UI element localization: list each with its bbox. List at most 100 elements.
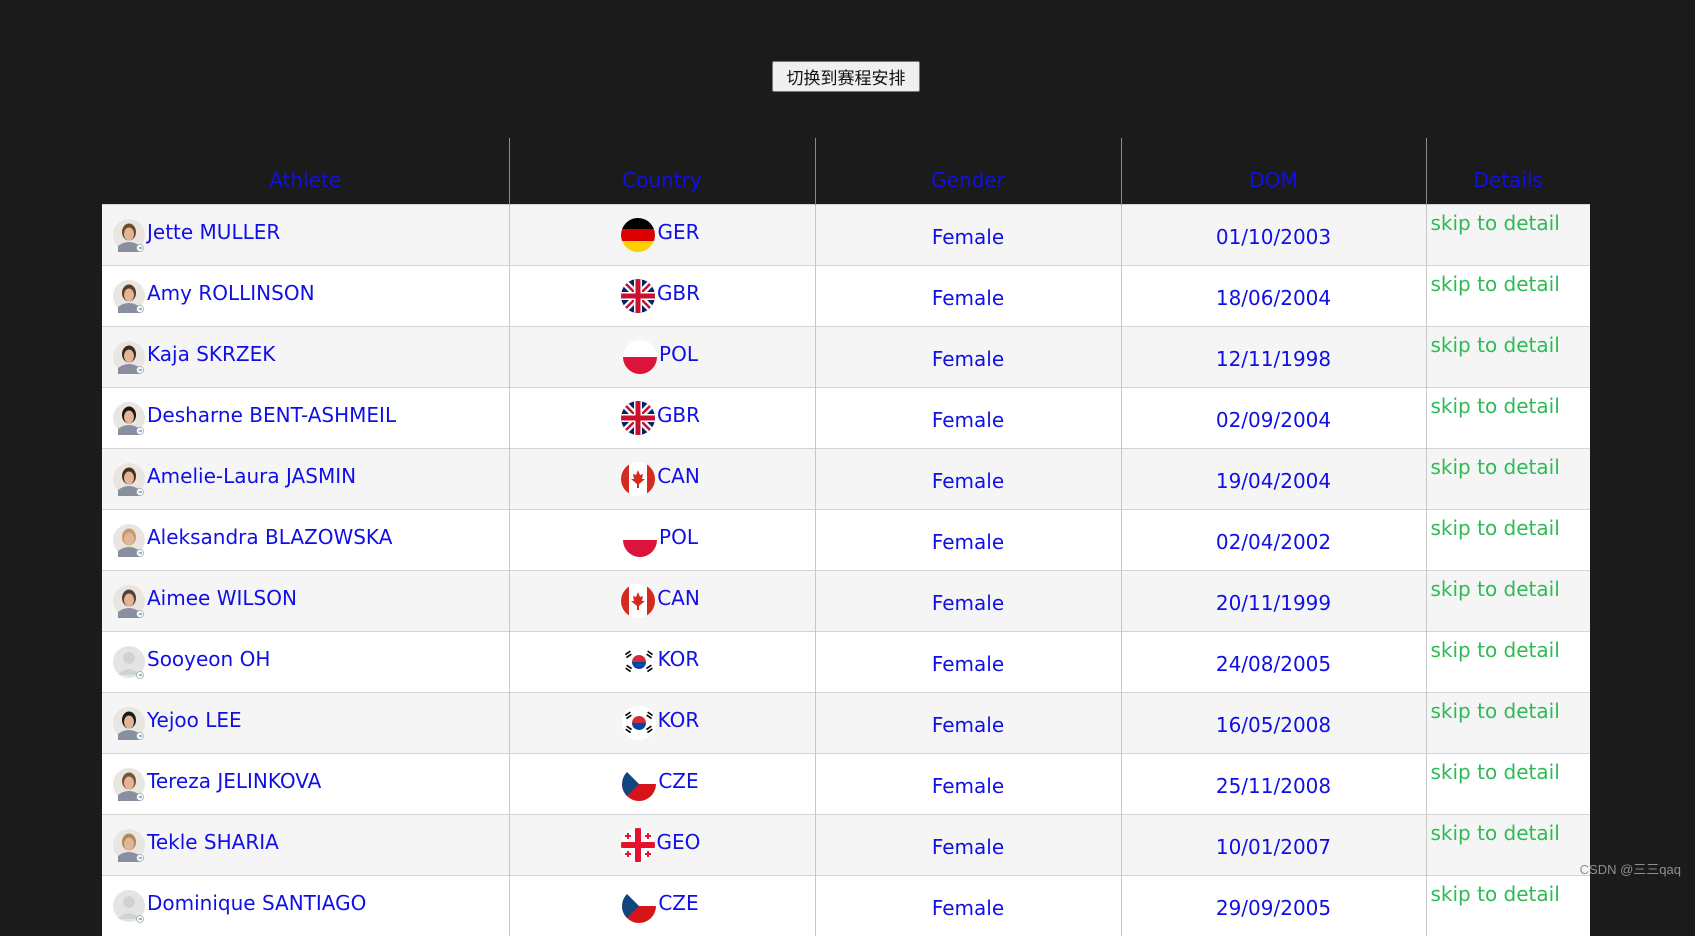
uk-flag-icon xyxy=(620,278,656,314)
skip-to-detail-link[interactable]: skip to detail xyxy=(1427,388,1591,418)
athlete-cell: Dominique SANTIAGO xyxy=(102,876,509,936)
athletes-table-container: Athlete Country Gender DOM Details Jette… xyxy=(102,138,1590,936)
details-cell: skip to detail xyxy=(1426,266,1590,327)
skip-to-detail-link[interactable]: skip to detail xyxy=(1427,632,1591,662)
athlete-photo-icon[interactable] xyxy=(112,399,146,437)
athlete-photo-icon[interactable] xyxy=(112,765,146,803)
top-bar: 切换到赛程安排 xyxy=(0,0,1695,130)
athlete-name[interactable]: Tereza JELINKOVA xyxy=(147,769,321,793)
placeholder-avatar-icon[interactable] xyxy=(112,887,146,925)
athlete-name[interactable]: Amy ROLLINSON xyxy=(147,281,315,305)
country-code[interactable]: KOR xyxy=(658,708,700,732)
country-code[interactable]: GBR xyxy=(657,403,700,427)
canada-flag-icon xyxy=(620,583,656,619)
country-code[interactable]: CAN xyxy=(657,586,700,610)
table-row: Tekle SHARIAGEOFemale10/01/2007skip to d… xyxy=(102,815,1590,876)
country-code[interactable]: POL xyxy=(659,342,698,366)
skip-to-detail-link[interactable]: skip to detail xyxy=(1427,876,1591,906)
country-cell: POL xyxy=(509,510,815,571)
gender-cell: Female xyxy=(815,815,1121,876)
country-code[interactable]: GBR xyxy=(657,281,700,305)
country-code[interactable]: POL xyxy=(659,525,698,549)
skip-to-detail-link[interactable]: skip to detail xyxy=(1427,327,1591,357)
details-cell: skip to detail xyxy=(1426,632,1590,693)
table-row: Sooyeon OHKORFemale24/08/2005skip to det… xyxy=(102,632,1590,693)
athlete-photo-icon[interactable] xyxy=(112,826,146,864)
skip-to-detail-link[interactable]: skip to detail xyxy=(1427,693,1591,723)
athlete-name[interactable]: Aleksandra BLAZOWSKA xyxy=(147,525,392,549)
watermark: CSDN @三三qaq xyxy=(1580,859,1681,878)
skip-to-detail-link[interactable]: skip to detail xyxy=(1427,205,1591,235)
gender-cell: Female xyxy=(815,388,1121,449)
country-cell: GEO xyxy=(509,815,815,876)
georgia-flag-icon xyxy=(620,827,656,863)
table-row: Dominique SANTIAGOCZEFemale29/09/2005ski… xyxy=(102,876,1590,936)
gender-cell: Female xyxy=(815,571,1121,632)
athlete-name[interactable]: Tekle SHARIA xyxy=(147,830,279,854)
skip-to-detail-link[interactable]: skip to detail xyxy=(1427,754,1591,784)
country-code[interactable]: CZE xyxy=(658,769,698,793)
dob-cell: 16/05/2008 xyxy=(1121,693,1426,754)
table-row: Jette MULLERGERFemale01/10/2003skip to d… xyxy=(102,205,1590,266)
placeholder-avatar-icon[interactable] xyxy=(112,643,146,681)
athlete-name[interactable]: Kaja SKRZEK xyxy=(147,342,275,366)
header-country[interactable]: Country xyxy=(509,138,815,205)
gender-cell: Female xyxy=(815,754,1121,815)
athlete-name[interactable]: Jette MULLER xyxy=(147,220,280,244)
athlete-photo-icon[interactable] xyxy=(112,277,146,315)
country-code[interactable]: GER xyxy=(657,220,699,244)
table-row: Aleksandra BLAZOWSKAPOLFemale02/04/2002s… xyxy=(102,510,1590,571)
gender-cell: Female xyxy=(815,510,1121,571)
skip-to-detail-link[interactable]: skip to detail xyxy=(1427,815,1591,845)
header-dob[interactable]: DOM xyxy=(1121,138,1426,205)
skip-to-detail-link[interactable]: skip to detail xyxy=(1427,571,1591,601)
header-details[interactable]: Details xyxy=(1426,138,1590,205)
athlete-photo-icon[interactable] xyxy=(112,521,146,559)
details-cell: skip to detail xyxy=(1426,754,1590,815)
gender-cell: Female xyxy=(815,266,1121,327)
details-cell: skip to detail xyxy=(1426,449,1590,510)
header-gender[interactable]: Gender xyxy=(815,138,1121,205)
canada-flag-icon xyxy=(620,461,656,497)
country-code[interactable]: GEO xyxy=(657,830,701,854)
athlete-name[interactable]: Dominique SANTIAGO xyxy=(147,891,366,915)
dob-cell: 25/11/2008 xyxy=(1121,754,1426,815)
athlete-photo-icon[interactable] xyxy=(112,216,146,254)
athlete-name[interactable]: Aimee WILSON xyxy=(147,586,297,610)
table-row: Aimee WILSON CAN Female20/11/1999skip to d… xyxy=(102,571,1590,632)
athlete-photo-icon[interactable] xyxy=(112,460,146,498)
athlete-name[interactable]: Desharne BENT-ASHMEIL xyxy=(147,403,396,427)
country-code[interactable]: CZE xyxy=(658,891,698,915)
athlete-cell: Aleksandra BLAZOWSKA xyxy=(102,510,509,571)
country-cell: CAN xyxy=(509,571,815,632)
header-athlete[interactable]: Athlete xyxy=(102,138,509,205)
country-code[interactable]: KOR xyxy=(658,647,700,671)
athlete-name[interactable]: Sooyeon OH xyxy=(147,647,270,671)
details-cell: skip to detail xyxy=(1426,693,1590,754)
athlete-cell: Amelie-Laura JASMIN xyxy=(102,449,509,510)
skip-to-detail-link[interactable]: skip to detail xyxy=(1427,510,1591,540)
athlete-name[interactable]: Amelie-Laura JASMIN xyxy=(147,464,356,488)
details-cell: skip to detail xyxy=(1426,327,1590,388)
dob-cell: 01/10/2003 xyxy=(1121,205,1426,266)
athlete-cell: Tekle SHARIA xyxy=(102,815,509,876)
athlete-cell: Desharne BENT-ASHMEIL xyxy=(102,388,509,449)
gender-cell: Female xyxy=(815,693,1121,754)
athlete-name[interactable]: Yejoo LEE xyxy=(147,708,242,732)
country-code[interactable]: CAN xyxy=(657,464,700,488)
athlete-photo-icon[interactable] xyxy=(112,704,146,742)
germany-flag-icon xyxy=(620,217,656,253)
table-row: Amelie-Laura JASMINCANFemale19/04/2004sk… xyxy=(102,449,1590,510)
dob-cell: 02/09/2004 xyxy=(1121,388,1426,449)
switch-to-schedule-button[interactable]: 切换到赛程安排 xyxy=(772,61,920,92)
poland-flag-icon xyxy=(622,339,658,375)
skip-to-detail-link[interactable]: skip to detail xyxy=(1427,266,1591,296)
athlete-photo-icon[interactable] xyxy=(112,582,146,620)
details-cell: skip to detail xyxy=(1426,510,1590,571)
country-cell: POL xyxy=(509,327,815,388)
czech-flag-icon xyxy=(621,888,657,924)
gender-cell: Female xyxy=(815,327,1121,388)
athlete-photo-icon[interactable] xyxy=(112,338,146,376)
dob-cell: 20/11/1999 xyxy=(1121,571,1426,632)
skip-to-detail-link[interactable]: skip to detail xyxy=(1427,449,1591,479)
